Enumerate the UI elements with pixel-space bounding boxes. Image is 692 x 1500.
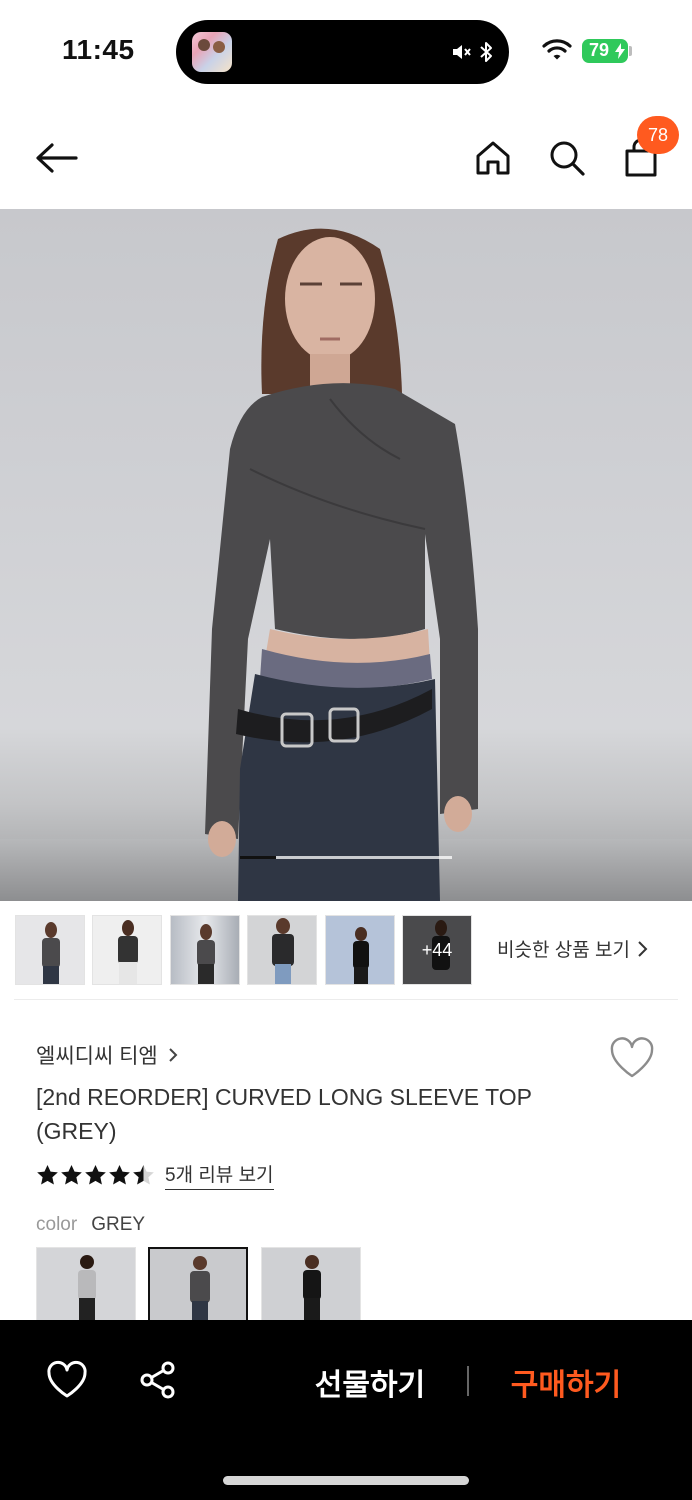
button-separator <box>467 1366 469 1396</box>
thumbnail-4[interactable] <box>247 915 317 985</box>
similar-products-label: 비슷한 상품 보기 <box>497 940 630 961</box>
dynamic-island <box>176 20 509 84</box>
wishlist-heart-icon[interactable] <box>608 1036 656 1080</box>
share-icon[interactable] <box>138 1360 178 1400</box>
status-bar: 11:45 79 <box>0 0 692 100</box>
buy-button[interactable]: 구매하기 <box>496 1360 636 1404</box>
search-button[interactable] <box>544 134 590 182</box>
color-swatch-2-selected[interactable] <box>148 1247 248 1327</box>
battery-level: 79 <box>588 40 610 60</box>
thumbnail-2[interactable] <box>92 915 162 985</box>
progress-fill <box>240 856 277 859</box>
chevron-right-icon <box>638 940 648 957</box>
product-title: [2nd REORDER] CURVED LONG SLEEVE TOP (GR… <box>36 1084 532 1144</box>
rating-row: 5개 리뷰 보기 <box>36 1160 274 1190</box>
more-thumbnails-count: +44 <box>421 939 453 960</box>
model-figure <box>205 228 478 901</box>
color-value: GREY <box>91 1214 146 1235</box>
product-main-image[interactable] <box>0 209 692 901</box>
color-row: color GREY <box>36 1214 145 1236</box>
similar-products-link[interactable]: 비슷한 상품 보기 <box>497 935 648 962</box>
brand-name: 엘씨디씨 티엠 <box>36 1045 158 1068</box>
bottom-heart-icon[interactable] <box>46 1360 88 1400</box>
home-button[interactable] <box>470 134 516 182</box>
star-rating <box>36 1164 155 1186</box>
battery-icon: 79 <box>582 39 628 63</box>
star-icon <box>133 1164 154 1185</box>
image-carousel-progress <box>240 856 452 859</box>
thumbnail-5[interactable] <box>325 915 395 985</box>
color-swatch-3[interactable] <box>261 1247 361 1327</box>
search-icon <box>550 141 585 176</box>
back-button[interactable] <box>32 136 80 180</box>
wifi-icon <box>542 39 572 60</box>
status-time: 11:45 <box>62 34 135 65</box>
top-navigation <box>0 110 692 206</box>
now-playing-thumbnail <box>192 32 232 72</box>
star-icon <box>109 1164 130 1185</box>
color-label: color <box>36 1214 78 1235</box>
bluetooth-icon <box>480 42 492 62</box>
home-icon <box>476 141 510 175</box>
island-icons <box>451 38 493 66</box>
mute-icon <box>453 45 471 59</box>
star-icon <box>37 1164 58 1185</box>
home-indicator <box>223 1476 469 1485</box>
battery-cap <box>629 46 632 56</box>
color-swatch-1[interactable] <box>36 1247 136 1327</box>
star-icon <box>85 1164 106 1185</box>
chevron-right-icon <box>169 1048 178 1062</box>
brand-link[interactable]: 엘씨디씨 티엠 <box>36 1040 178 1070</box>
thumbnail-3[interactable] <box>170 915 240 985</box>
review-link[interactable]: 5개 리뷰 보기 <box>165 1160 274 1190</box>
back-arrow-icon <box>36 143 78 173</box>
more-thumbnails-button[interactable]: +44 <box>402 915 472 985</box>
bottom-action-bar: 선물하기 구매하기 <box>0 1320 692 1500</box>
cart-count-badge[interactable]: 78 <box>637 116 679 154</box>
gift-button[interactable]: 선물하기 <box>300 1360 440 1404</box>
thumbnail-1[interactable] <box>15 915 85 985</box>
charging-bolt-icon <box>615 43 625 59</box>
star-icon <box>61 1164 82 1185</box>
section-divider <box>14 999 678 1000</box>
